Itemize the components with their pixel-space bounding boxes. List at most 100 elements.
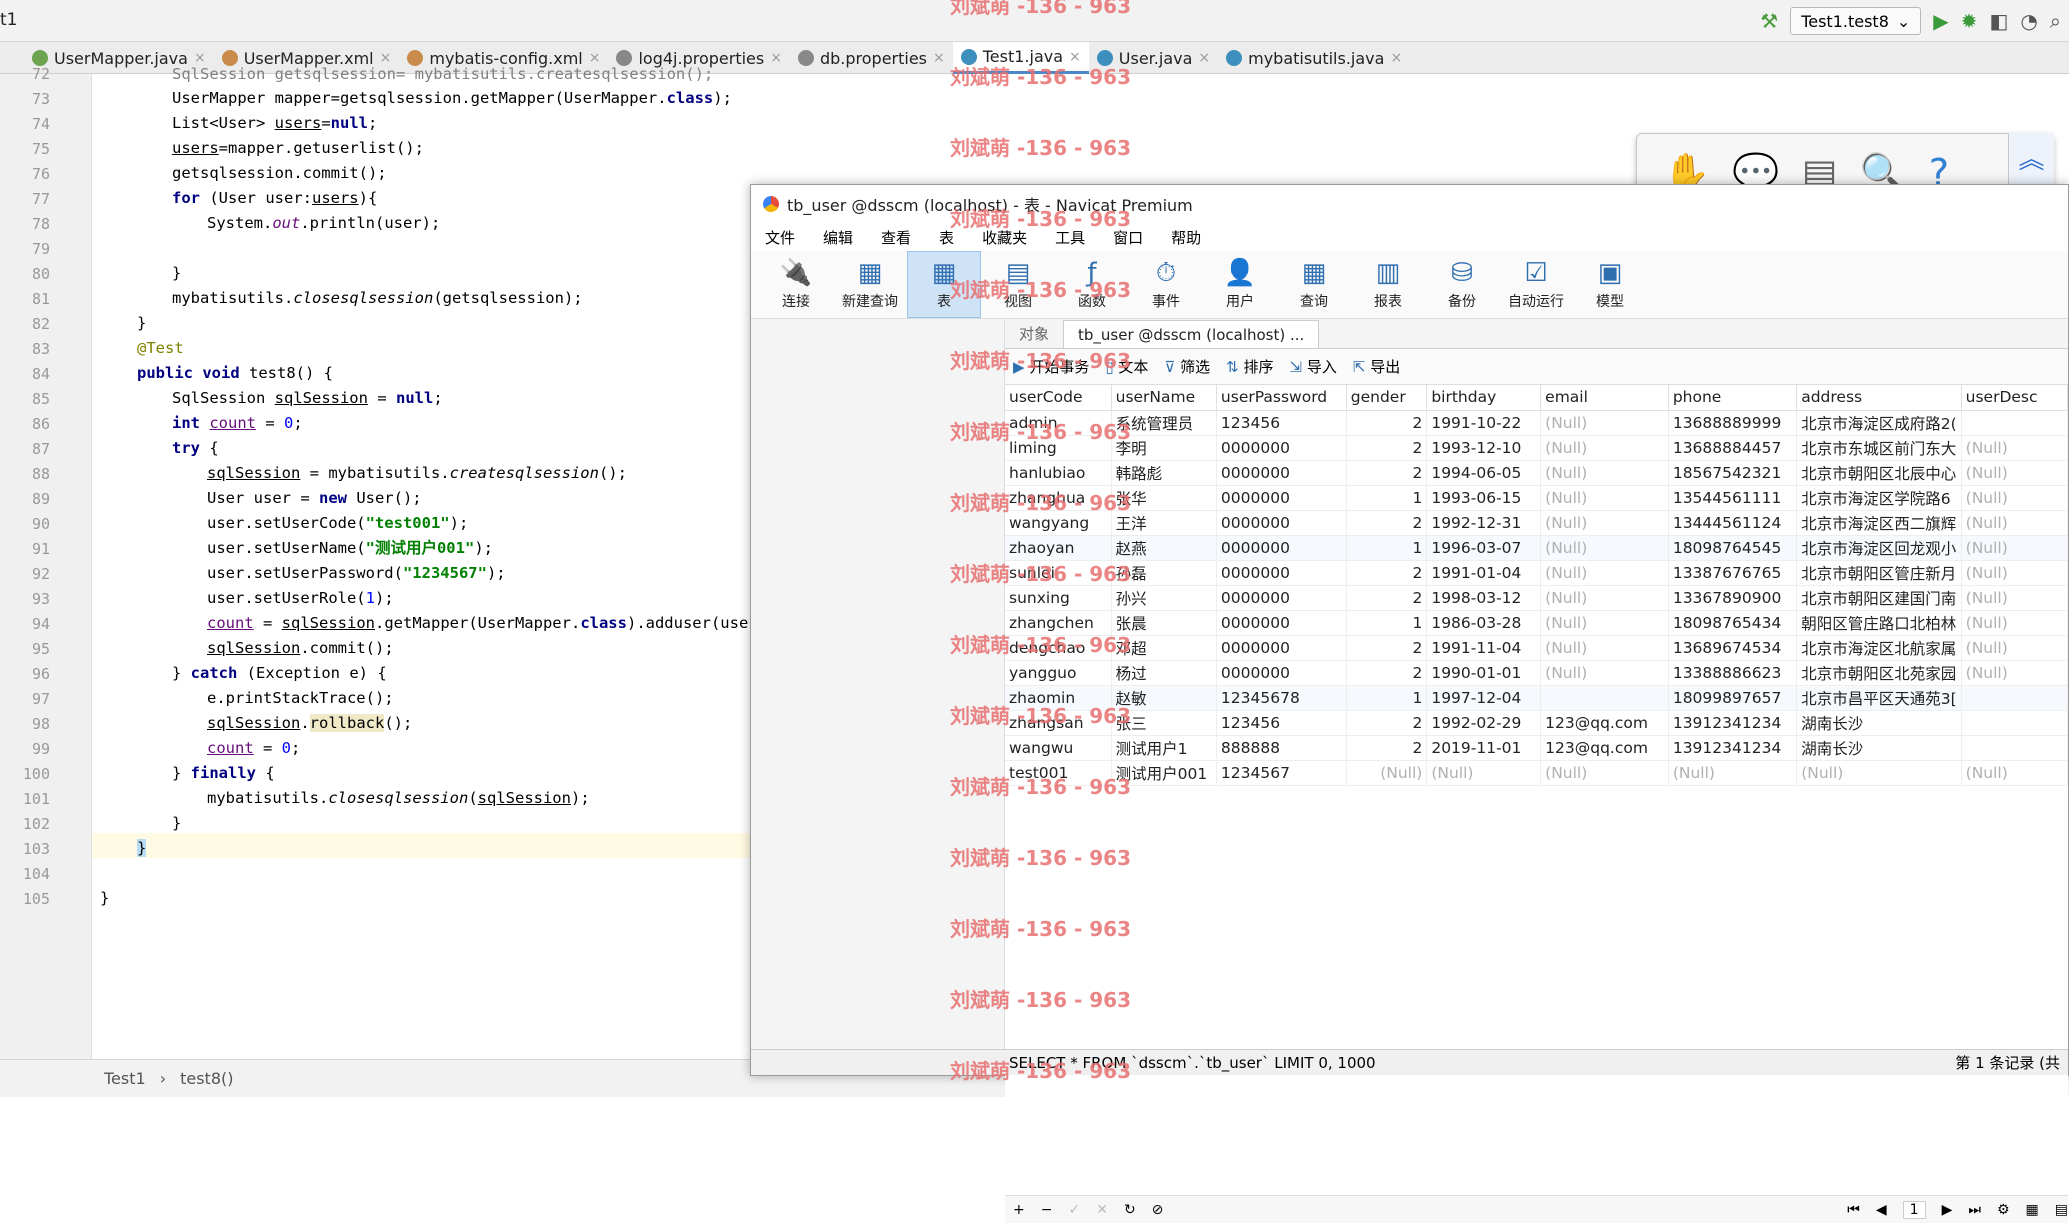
table-cell[interactable]: (Null) [1961, 660, 2068, 686]
table-cell[interactable]: 13912341234 [1668, 710, 1798, 736]
table-cell[interactable]: 1991-01-04 [1426, 560, 1542, 586]
table-cell[interactable]: 杨过 [1111, 660, 1217, 686]
toolbar-clock-button[interactable]: ⏱ 事件 [1129, 251, 1203, 318]
table-cell[interactable] [1961, 710, 2068, 736]
table-cell[interactable]: 1991-11-04 [1426, 635, 1542, 661]
table-cell[interactable]: (Null) [1540, 435, 1669, 461]
toolbar-table-button[interactable]: ▦ 表 [907, 251, 981, 318]
table-cell[interactable]: 0000000 [1216, 610, 1347, 636]
table-cell[interactable]: 北京市海淀区回龙观小 [1796, 535, 1962, 561]
table-row[interactable]: liming 李明 0000000 2 1993-12-10 (Null) 13688884… [1005, 435, 2068, 461]
table-cell[interactable]: 1998-03-12 [1426, 585, 1542, 611]
table-cell[interactable]: 1986-03-28 [1426, 610, 1542, 636]
table-cell[interactable]: 1993-06-15 [1426, 485, 1542, 511]
table-cell[interactable]: wangyang [1005, 510, 1112, 536]
last-page-icon[interactable]: ⏭ [1968, 1202, 1981, 1218]
column-header[interactable]: userName [1111, 385, 1217, 411]
next-page-icon[interactable]: ▶ [1942, 1202, 1953, 1218]
table-cell[interactable]: 北京市海淀区学院路6 [1796, 485, 1962, 511]
toolbar-query-button[interactable]: ▦ 查询 [1277, 251, 1351, 318]
table-cell[interactable]: 1997-12-04 [1426, 685, 1542, 711]
table-cell[interactable]: 2 [1346, 435, 1428, 461]
table-cell[interactable]: 2 [1346, 710, 1428, 736]
table-row[interactable]: hanlubiao 韩路彪 0000000 2 1994-06-05 (Null) 1856… [1005, 460, 2068, 486]
table-cell[interactable]: (Null) [1961, 460, 2068, 486]
table-cell[interactable]: 2 [1346, 735, 1428, 761]
table-cell[interactable]: 0000000 [1216, 485, 1347, 511]
table-row[interactable]: wangyang 王洋 0000000 2 1992-12-31 (Null) 134445… [1005, 510, 2068, 536]
table-cell[interactable]: wangwu [1005, 735, 1112, 761]
search-icon[interactable]: ⌕ [2050, 11, 2061, 31]
table-cell[interactable]: (Null) [1540, 510, 1669, 536]
table-cell[interactable] [1961, 685, 2068, 711]
table-cell[interactable]: zhaomin [1005, 685, 1112, 711]
table-cell[interactable]: (Null) [1346, 760, 1428, 786]
table-cell[interactable]: (Null) [1540, 485, 1669, 511]
menu-item[interactable]: 帮助 [1157, 227, 1215, 248]
table-cell[interactable]: (Null) [1540, 560, 1669, 586]
table-cell[interactable]: 张华 [1111, 485, 1217, 511]
table-cell[interactable] [1961, 410, 2068, 436]
table-cell[interactable]: 123@qq.com [1540, 710, 1669, 736]
delete-record-icon[interactable]: − [1041, 1202, 1053, 1218]
tab-tb-user[interactable]: tb_user @dsscm (localhost) ... [1063, 320, 1320, 348]
table-cell[interactable]: (Null) [1540, 635, 1669, 661]
table-cell[interactable]: liming [1005, 435, 1112, 461]
page-number[interactable]: 1 [1902, 1200, 1926, 1219]
table-row[interactable]: sunlei 孙磊 0000000 2 1991-01-04 (Null) 13387676… [1005, 560, 2068, 586]
table-cell[interactable]: (Null) [1426, 760, 1542, 786]
table-row[interactable]: test001 测试用户001 1234567 (Null) (Null) (Null)(… [1005, 760, 2068, 786]
table-cell[interactable]: 邓超 [1111, 635, 1217, 661]
first-page-icon[interactable]: ⏮ [1847, 1202, 1860, 1218]
close-icon[interactable]: × [1069, 49, 1081, 65]
table-cell[interactable]: (Null) [1961, 435, 2068, 461]
table-cell[interactable]: (Null) [1540, 460, 1669, 486]
table-cell[interactable]: 123456 [1216, 710, 1347, 736]
close-icon[interactable]: × [1390, 50, 1402, 66]
table-cell[interactable]: 张晨 [1111, 610, 1217, 636]
table-cell[interactable]: zhangchen [1005, 610, 1112, 636]
table-cell[interactable]: 王洋 [1111, 510, 1217, 536]
breadcrumb-method[interactable]: test8() [180, 1069, 233, 1088]
table-cell[interactable]: (Null) [1540, 610, 1669, 636]
close-icon[interactable]: × [933, 50, 945, 66]
table-cell[interactable]: (Null) [1540, 660, 1669, 686]
table-cell[interactable]: 888888 [1216, 735, 1347, 761]
tab-db-properties[interactable]: db.properties × [790, 42, 953, 74]
table-cell[interactable]: 12345678 [1216, 685, 1347, 711]
build-hammer-icon[interactable]: ⚒ [1760, 11, 1778, 31]
table-cell[interactable]: (Null) [1668, 760, 1798, 786]
breadcrumb-class[interactable]: Test1 [104, 1069, 146, 1088]
column-header[interactable]: address [1796, 385, 1962, 411]
subtoolbar-filter-button[interactable]: ⊽ 筛选 [1164, 356, 1210, 377]
column-header[interactable]: gender [1346, 385, 1428, 411]
table-cell[interactable]: (Null) [1961, 560, 2068, 586]
table-cell[interactable]: 13912341234 [1668, 735, 1798, 761]
table-cell[interactable]: (Null) [1961, 485, 2068, 511]
table-row[interactable]: zhangchen 张晨 0000000 1 1986-03-28 (Null) 18098… [1005, 610, 2068, 636]
menu-item[interactable]: 窗口 [1099, 227, 1157, 248]
table-cell[interactable]: 2 [1346, 585, 1428, 611]
table-cell[interactable]: 孙磊 [1111, 560, 1217, 586]
table-cell[interactable]: 孙兴 [1111, 585, 1217, 611]
subtoolbar-transaction-button[interactable]: ▶ 开始事务 [1013, 356, 1089, 377]
table-row[interactable]: wangwu 测试用户1 888888 2 2019-11-01 123@qq.com 13… [1005, 735, 2068, 761]
coverage-icon[interactable]: ◧ [1989, 11, 2008, 31]
table-cell[interactable]: 北京市海淀区成府路2( [1796, 410, 1962, 436]
toolbar-model-button[interactable]: ▣ 模型 [1573, 251, 1647, 318]
table-row[interactable]: sunxing 孙兴 0000000 2 1998-03-12 (Null) 1336789… [1005, 585, 2068, 611]
table-cell[interactable]: 0000000 [1216, 635, 1347, 661]
table-cell[interactable]: 0000000 [1216, 560, 1347, 586]
toolbar-user-button[interactable]: 👤 用户 [1203, 251, 1277, 318]
table-cell[interactable]: (Null) [1540, 535, 1669, 561]
column-header[interactable]: birthday [1426, 385, 1542, 411]
table-cell[interactable]: (Null) [1540, 585, 1669, 611]
table-cell[interactable]: 系统管理员 [1111, 410, 1217, 436]
table-cell[interactable]: 18099897657 [1668, 685, 1798, 711]
table-cell[interactable]: 1991-10-22 [1426, 410, 1542, 436]
table-cell[interactable]: admin [1005, 410, 1112, 436]
table-cell[interactable]: sunlei [1005, 560, 1112, 586]
stop-icon[interactable]: ⊘ [1152, 1202, 1164, 1218]
tab-user-java[interactable]: User.java × [1089, 42, 1218, 74]
table-cell[interactable]: 123@qq.com [1540, 735, 1669, 761]
